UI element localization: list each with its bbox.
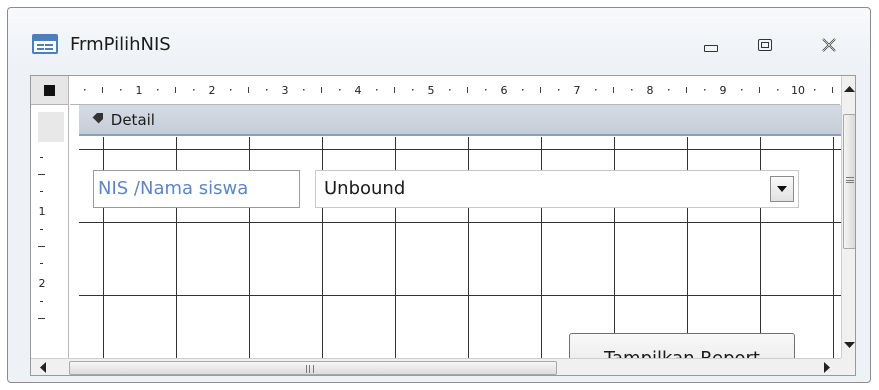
ruler-mark-9: 9: [720, 84, 727, 97]
horizontal-scroll-thumb[interactable]: [69, 361, 557, 375]
scroll-up-icon: [844, 86, 855, 92]
label-text: NIS /Nama siswa: [98, 178, 249, 199]
combo-dropdown-button[interactable]: [770, 176, 794, 202]
form-icon: [32, 34, 58, 54]
minimize-button[interactable]: [696, 32, 726, 58]
ruler-mark-8: 8: [647, 84, 654, 97]
ruler-mark-7: 7: [574, 84, 581, 97]
vruler-mark-1: 1: [39, 205, 46, 218]
horizontal-ruler-ticks: 1 2 3 4 5 6 7 8 9 10: [84, 84, 833, 97]
horizontal-ruler[interactable]: 1 2 3 4 5 6 7 8 9 10: [70, 76, 840, 105]
ruler-corner-select-button[interactable]: [31, 76, 69, 105]
scroll-right-button[interactable]: [817, 358, 837, 375]
scroll-down-icon: [844, 342, 855, 348]
scroll-grip-icon: [846, 177, 854, 183]
combo-value: Unbound: [324, 178, 406, 199]
vertical-scrollbar[interactable]: [841, 76, 855, 358]
scroll-down-button[interactable]: [842, 335, 855, 355]
ruler-mark-4: 4: [355, 84, 362, 97]
vertical-ruler-ticks: 1 2: [38, 157, 46, 319]
maximize-button[interactable]: [750, 32, 780, 58]
ruler-mark-3: 3: [282, 84, 289, 97]
scroll-left-button[interactable]: [33, 358, 53, 375]
scrollbar-corner: [841, 358, 855, 375]
vertical-scroll-thumb[interactable]: [843, 114, 855, 249]
section-label: Detail: [110, 111, 155, 129]
form-window: FrmPilihNIS 1 2 3 4 5 6 7 8 9 10 1 2 Det…: [7, 7, 871, 383]
horizontal-scrollbar[interactable]: [31, 358, 855, 375]
unbound-combo-box[interactable]: Unbound: [315, 170, 799, 208]
select-form-icon: [44, 85, 55, 96]
scroll-right-icon: [824, 361, 830, 373]
ruler-mark-1: 1: [136, 84, 143, 97]
maximize-icon: [758, 39, 772, 51]
detail-section-grid[interactable]: NIS /Nama siswa Unbound Tampilkan Report: [79, 137, 841, 375]
vertical-ruler[interactable]: 1 2: [31, 105, 69, 358]
ruler-mark-10: 10: [791, 84, 805, 97]
window-title: FrmPilihNIS: [70, 34, 171, 55]
close-icon: [822, 38, 836, 52]
vruler-mark-2: 2: [39, 277, 46, 290]
close-button[interactable]: [814, 32, 844, 58]
title-bar[interactable]: FrmPilihNIS: [8, 8, 870, 60]
section-arrow-icon: [91, 113, 103, 125]
scroll-left-icon: [40, 361, 46, 373]
nis-nama-siswa-label[interactable]: NIS /Nama siswa: [93, 170, 300, 208]
minimize-icon: [704, 44, 718, 52]
form-design-area: 1 2 3 4 5 6 7 8 9 10 1 2 Detail NIS /Nam…: [30, 75, 856, 376]
scroll-grip-icon: [306, 365, 314, 373]
ruler-mark-2: 2: [209, 84, 216, 97]
ruler-mark-5: 5: [428, 84, 435, 97]
section-header-detail[interactable]: Detail: [79, 105, 841, 136]
ruler-mark-6: 6: [501, 84, 508, 97]
scroll-up-button[interactable]: [842, 79, 855, 99]
dropdown-arrow-icon: [777, 186, 787, 192]
